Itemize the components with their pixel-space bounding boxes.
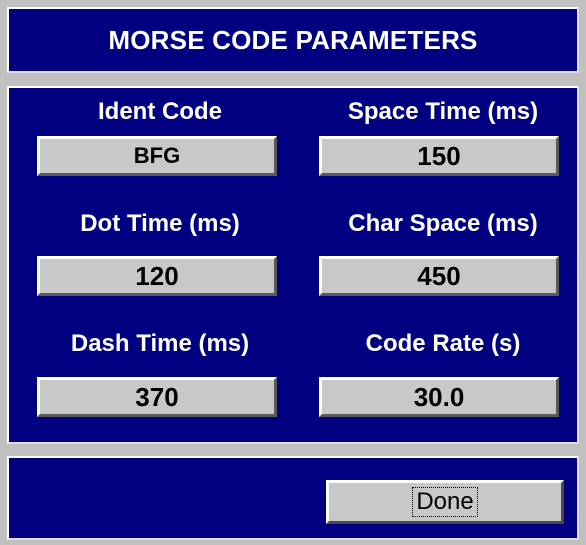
dialog-title: MORSE CODE PARAMETERS bbox=[108, 24, 478, 55]
char-space-field[interactable]: 450 bbox=[319, 256, 559, 296]
parameters-panel: Ident Code BFG Space Time (ms) 150 Dot T… bbox=[7, 86, 579, 444]
char-space-label: Char Space (ms) bbox=[348, 210, 538, 237]
ident-code-field[interactable]: BFG bbox=[37, 136, 277, 176]
code-rate-field[interactable]: 30.0 bbox=[319, 377, 559, 417]
dot-time-field[interactable]: 120 bbox=[37, 256, 277, 296]
done-button-label: Done bbox=[412, 487, 478, 517]
ident-code-label: Ident Code bbox=[98, 98, 222, 125]
space-time-label: Space Time (ms) bbox=[347, 98, 539, 125]
title-panel: MORSE CODE PARAMETERS bbox=[7, 7, 579, 73]
code-rate-label: Code Rate (s) bbox=[365, 330, 521, 357]
done-button[interactable]: Done bbox=[326, 480, 564, 524]
space-time-field[interactable]: 150 bbox=[319, 136, 559, 176]
dash-time-label: Dash Time (ms) bbox=[70, 330, 250, 357]
footer-panel: Done bbox=[7, 456, 579, 540]
dot-time-label: Dot Time (ms) bbox=[80, 210, 240, 237]
dash-time-field[interactable]: 370 bbox=[37, 377, 277, 417]
